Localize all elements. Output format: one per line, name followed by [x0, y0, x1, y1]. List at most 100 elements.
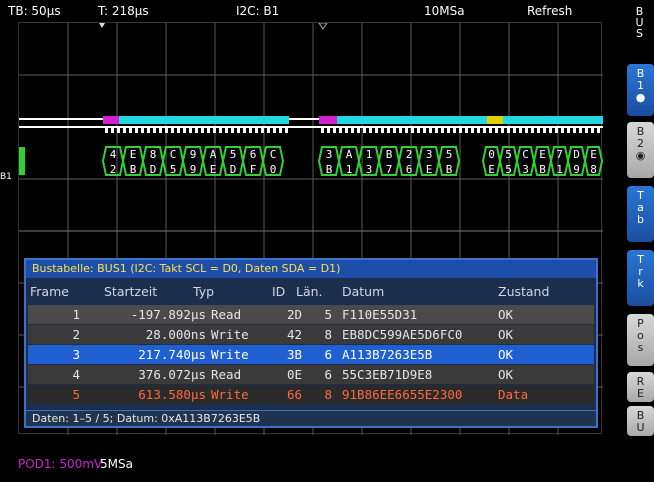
- cell-zustand: OK: [498, 327, 514, 342]
- pod-label[interactable]: POD1: 500mV: [18, 457, 102, 471]
- clock-pulse: [147, 127, 150, 133]
- clock-pulse: [321, 127, 324, 133]
- cell-id: 42: [286, 327, 302, 342]
- cell-start: 376.072µs: [138, 367, 206, 382]
- cell-id: 0E: [286, 367, 302, 382]
- cell-frame: 1: [72, 307, 80, 322]
- clock-pulse: [213, 127, 216, 133]
- clock-pulse: [453, 127, 456, 133]
- cell-id: 3B: [286, 347, 302, 362]
- sample-rate-label[interactable]: 10MSa: [424, 4, 465, 18]
- clock-pulse: [375, 127, 378, 133]
- decoded-nibble: 4: [110, 148, 117, 161]
- clock-pulse: [477, 127, 480, 133]
- clock-pulse: [447, 127, 450, 133]
- cell-typ: Read: [211, 307, 242, 322]
- softkey-tab[interactable]: Tab: [627, 186, 654, 242]
- decoded-nibble: 9: [190, 148, 197, 161]
- decoded-nibble: 3: [426, 148, 433, 161]
- decoded-nibble: 5: [446, 148, 453, 161]
- clock-pulse: [273, 127, 276, 133]
- softkey-b1[interactable]: B 1 ●: [627, 64, 654, 116]
- cell-len: 6: [324, 347, 332, 362]
- decoded-nibble: D: [573, 148, 580, 161]
- cell-zustand: OK: [498, 347, 514, 362]
- clock-pulse: [219, 127, 222, 133]
- clock-pulse: [267, 127, 270, 133]
- decoded-nibble: 5: [505, 163, 512, 176]
- cell-datum: 91B86EE6655E2300: [342, 387, 463, 402]
- bus-source-label[interactable]: I2C: B1: [236, 4, 279, 18]
- decoded-nibble: B: [446, 163, 453, 176]
- cell-typ: Read: [211, 367, 242, 382]
- clock-pulse: [507, 127, 510, 133]
- cell-zustand: OK: [498, 367, 514, 382]
- softkey-bu[interactable]: BU: [627, 406, 654, 436]
- table-row[interactable]: 3 217.740µs Write 3B 6 A113B7263E5B OK: [28, 345, 594, 364]
- cell-start: -197.892µs: [130, 307, 206, 322]
- clock-pulse: [399, 127, 402, 133]
- clock-pulse: [429, 127, 432, 133]
- bus-table-window[interactable]: Bustabelle: BUS1 (I2C: Takt SCL = D0, Da…: [24, 258, 598, 428]
- table-row[interactable]: 4 376.072µs Read 0E 6 55C3EB71D9E8 OK: [28, 365, 594, 384]
- clock-pulse: [135, 127, 138, 133]
- decoded-nibble: B: [539, 163, 546, 176]
- softkey-b2[interactable]: B 2 ◉: [627, 122, 654, 178]
- clock-pulse: [543, 127, 546, 133]
- clock-pulse: [237, 127, 240, 133]
- clock-pulse: [339, 127, 342, 133]
- clock-pulse: [381, 127, 384, 133]
- clock-pulse: [171, 127, 174, 133]
- clock-pulse: [189, 127, 192, 133]
- clock-pulse: [471, 127, 474, 133]
- acquisition-mode-label[interactable]: Refresh: [527, 4, 572, 18]
- clock-pulse: [435, 127, 438, 133]
- cell-start: 28.000ns: [145, 327, 206, 342]
- decoded-nibble: 8: [590, 163, 597, 176]
- clock-pulse: [195, 127, 198, 133]
- start-frame-marker: [103, 116, 119, 124]
- cell-len: 8: [324, 387, 332, 402]
- softkey-pos[interactable]: Pos: [627, 314, 654, 366]
- decoded-nibble: B: [130, 163, 137, 176]
- clock-pulse: [417, 127, 420, 133]
- decoded-nibble: 5: [230, 148, 237, 161]
- table-row[interactable]: 2 28.000ns Write 42 8 EB8DC599AE5D6FC0 OK: [28, 325, 594, 344]
- decoded-nibble: D: [150, 163, 157, 176]
- clock-pulse: [159, 127, 162, 133]
- channel-marker-b1: B1: [0, 172, 12, 182]
- clock-pulse: [531, 127, 534, 133]
- clock-pulse: [141, 127, 144, 133]
- decoded-nibble: C: [522, 148, 529, 161]
- cell-len: 6: [324, 367, 332, 382]
- cell-start: 613.580µs: [138, 387, 206, 402]
- clock-pulse: [369, 127, 372, 133]
- timebase-label[interactable]: TB: 50µs: [8, 4, 61, 18]
- softkey-re[interactable]: RE: [627, 372, 654, 402]
- decoded-nibble: 9: [573, 163, 580, 176]
- clock-pulse: [123, 127, 126, 133]
- table-row[interactable]: 1 -197.892µs Read 2D 5 F110E55D31 OK: [28, 305, 594, 324]
- clock-pulse: [201, 127, 204, 133]
- clock-pulse: [363, 127, 366, 133]
- bus-waveform: 42EB8DC599AE5D6FC03BA113B7263E5B0E55C3EB…: [19, 116, 603, 176]
- sidebar-header-bus: BUS: [635, 5, 644, 40]
- decoded-nibble: F: [250, 163, 257, 176]
- data-frame-band: [337, 116, 487, 124]
- clock-pulse: [567, 127, 570, 133]
- clock-pulse: [585, 127, 588, 133]
- softkey-trk[interactable]: Trk: [627, 250, 654, 306]
- radio-indicator-icon: ◉: [635, 149, 646, 162]
- trigger-time-label[interactable]: T: 218µs: [98, 4, 149, 18]
- table-row[interactable]: 5 613.580µs Write 66 8 91B86EE6655E2300 Data: [28, 385, 594, 404]
- clock-pulse: [351, 127, 354, 133]
- cell-frame: 4: [72, 367, 80, 382]
- clock-pulse: [411, 127, 414, 133]
- decoded-nibble: 1: [556, 163, 563, 176]
- col-id: ID: [272, 284, 286, 299]
- clock-pulse: [105, 127, 108, 133]
- bus-table-header: Frame Startzeit Typ ID Län. Datum Zustan…: [26, 284, 596, 304]
- clock-pulse: [207, 127, 210, 133]
- decoded-nibble: 2: [110, 163, 117, 176]
- clock-pulse: [393, 127, 396, 133]
